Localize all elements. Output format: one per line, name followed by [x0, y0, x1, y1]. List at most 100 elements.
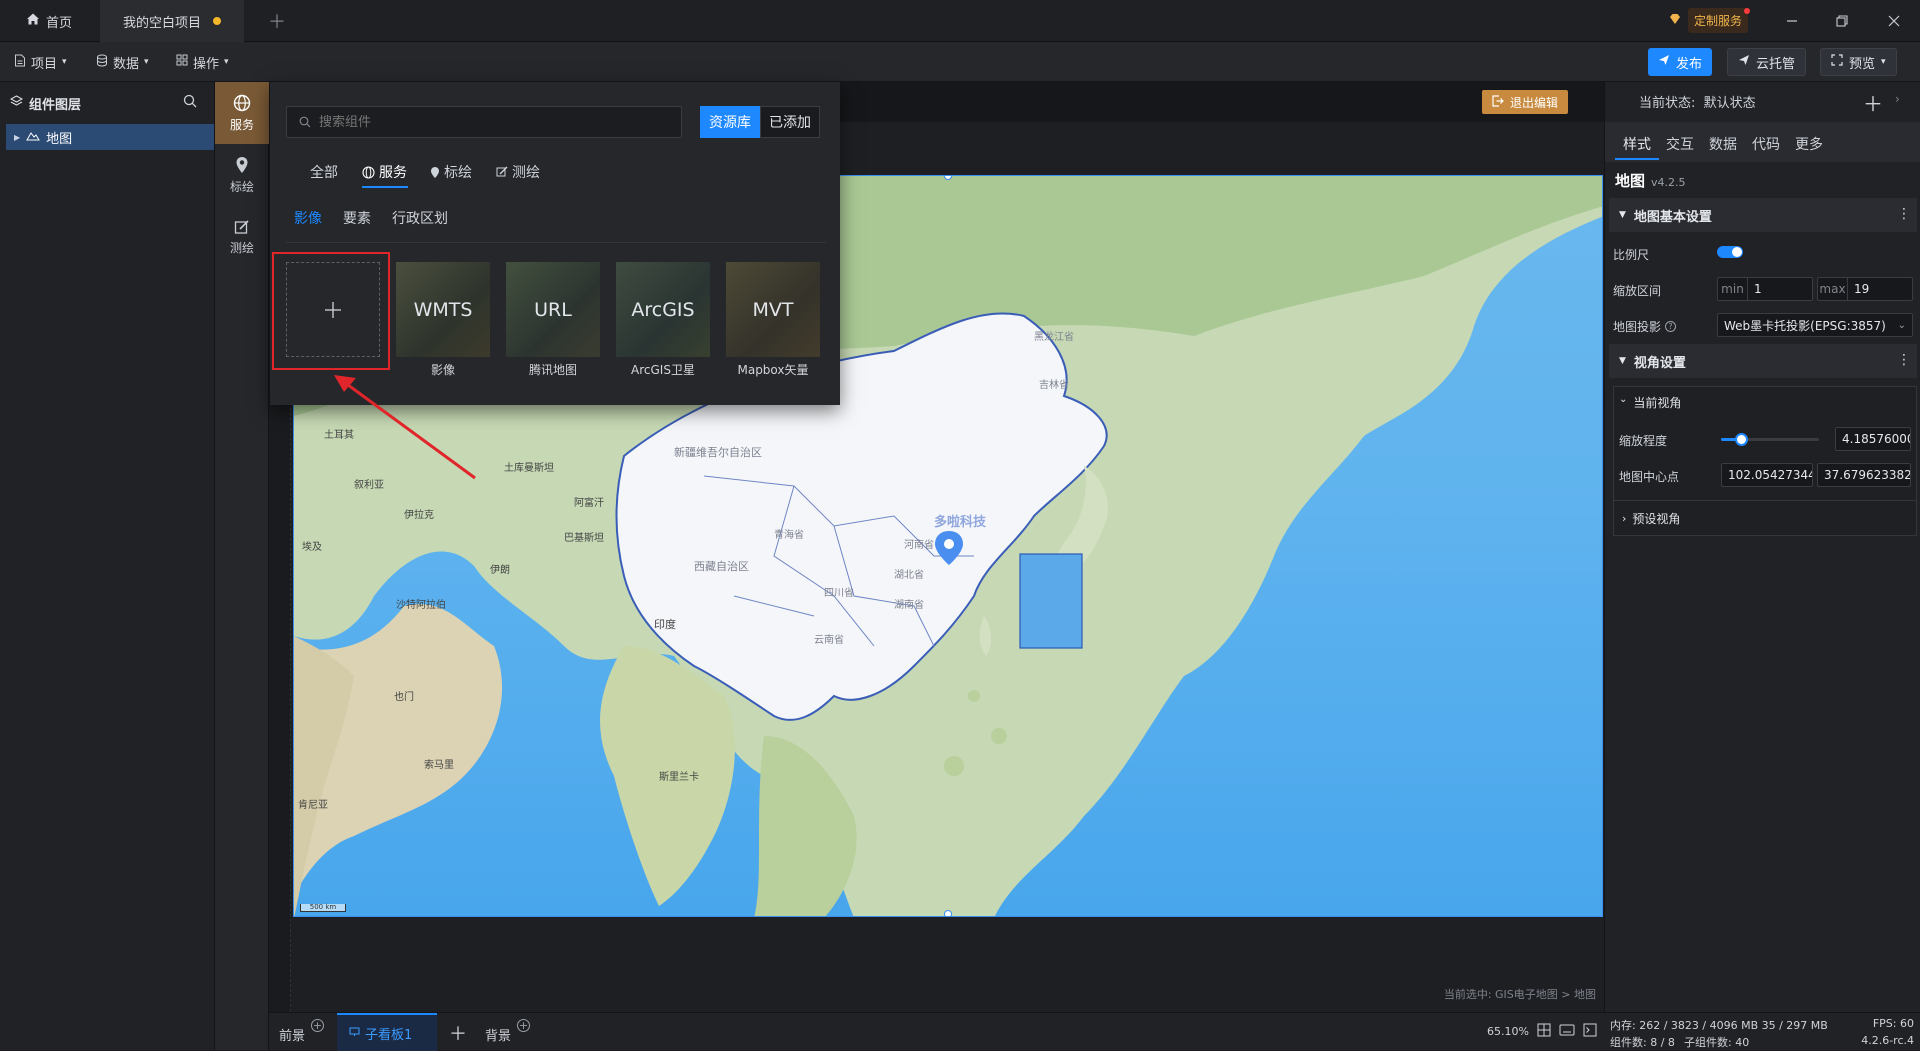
service-card-arcgis[interactable]: ArcGIS [616, 262, 710, 357]
section-map-basic[interactable]: ▼ 地图基本设置 [1609, 198, 1917, 232]
add-board-button[interactable]: ＋ [449, 1020, 467, 1046]
search-icon [183, 94, 197, 108]
terminal-button[interactable] [1583, 1023, 1597, 1041]
section-view-settings[interactable]: ▼ 视角设置 [1609, 344, 1917, 378]
new-tab-button[interactable]: ＋ [254, 0, 300, 42]
resize-handle-bottom[interactable] [944, 910, 952, 916]
version-status: 4.2.6-rc.4 [1861, 1034, 1914, 1047]
rail-item-survey[interactable]: 测绘 [215, 206, 269, 268]
rail-item-service[interactable]: 服务 [215, 82, 269, 144]
more-vertical-icon[interactable]: ⋮ [1897, 352, 1911, 368]
zoom-max-field[interactable]: max 19 [1817, 277, 1913, 301]
tab-active-underline [1615, 158, 1659, 160]
service-card-wmts[interactable]: WMTS [396, 262, 490, 357]
layer-search-button[interactable] [183, 94, 197, 112]
custom-service-button[interactable]: 定制服务 [1668, 8, 1751, 33]
layer-item-map[interactable]: ▶ 地图 [6, 124, 214, 150]
tab-project[interactable]: 我的空白项目 [100, 0, 244, 42]
tab-home-label: 首页 [46, 15, 73, 31]
tab-subboard[interactable]: 子看板1 [337, 1013, 437, 1051]
segment-added[interactable]: 已添加 [760, 106, 820, 138]
center-lng-input[interactable]: 102.0542734431 [1721, 463, 1813, 487]
tab-data[interactable]: 数据 [1709, 134, 1737, 154]
map-label: 沙特阿拉伯 [396, 600, 446, 611]
zoom-level-input[interactable]: 4.185760002 [1835, 427, 1911, 451]
add-foreground-icon[interactable]: + [311, 1019, 324, 1032]
close-window-button[interactable] [1870, 0, 1918, 42]
category-survey[interactable]: 测绘 [496, 162, 540, 182]
component-library-popup: 资源库 已添加 全部 服务 标绘 测绘 影像 要素 行政区划 WMTS 影像 U… [270, 82, 840, 405]
category-service[interactable]: 服务 [362, 162, 407, 182]
zoom-slider-track[interactable] [1721, 433, 1819, 446]
subtab-admin-division[interactable]: 行政区划 [392, 208, 448, 228]
island [944, 756, 964, 776]
scale-toggle[interactable] [1717, 246, 1743, 258]
chevron-down-icon: ▾ [144, 57, 149, 67]
rail-item-plot[interactable]: 标绘 [215, 144, 269, 206]
component-title: 地图 v4.2.5 [1615, 170, 1686, 191]
zoom-level[interactable]: 65.10% [1487, 1025, 1529, 1038]
library-segment: 资源库 已添加 [700, 106, 820, 138]
exit-edit-button[interactable]: 退出编辑 [1482, 90, 1569, 114]
component-search-box[interactable] [286, 106, 682, 138]
more-vertical-icon[interactable]: ⋮ [1897, 206, 1911, 222]
zoom-range-label: 缩放区间 [1613, 284, 1662, 298]
subtab-features[interactable]: 要素 [343, 208, 371, 228]
fit-screen-button[interactable] [1537, 1023, 1551, 1041]
projection-select[interactable]: Web墨卡托投影(EPSG:3857) ⌄ [1717, 313, 1913, 337]
menu-project[interactable]: 项目 ▾ [14, 42, 67, 82]
rail-label: 测绘 [229, 240, 254, 255]
add-custom-imagery-card[interactable] [286, 262, 380, 357]
main-toolbar: 项目 ▾ 数据 ▾ 操作 ▾ 发布 云托管 预览 ▾ [0, 42, 1920, 82]
map-label: 湖北省 [894, 570, 924, 581]
category-survey-label: 测绘 [512, 165, 540, 181]
keyboard-button[interactable] [1559, 1024, 1575, 1040]
layer-panel-header: 组件图层 [9, 94, 82, 113]
tab-background[interactable]: 背景 [485, 1025, 511, 1044]
layer-item-label: 地图 [46, 131, 73, 147]
menu-operations-label: 操作 [193, 56, 220, 72]
service-card-url[interactable]: URL [506, 262, 600, 357]
chevron-right-icon[interactable]: › [1895, 92, 1900, 106]
menu-operations[interactable]: 操作 ▾ [176, 42, 229, 82]
projection-label: 地图投影 ? [1613, 318, 1677, 335]
divider [286, 242, 826, 243]
tab-style[interactable]: 样式 [1623, 134, 1651, 154]
caret-right-icon: ▶ [14, 132, 21, 142]
preset-view-header[interactable]: › 预设视角 [1613, 500, 1917, 536]
layer-panel-title: 组件图层 [29, 98, 82, 113]
tab-home[interactable]: 首页 [12, 0, 86, 42]
component-search-input[interactable] [319, 114, 659, 130]
chevron-down-icon: ▾ [1881, 57, 1886, 67]
subtab-imagery[interactable]: 影像 [294, 208, 322, 228]
minimize-button[interactable] [1768, 0, 1816, 42]
map-watermark: 多啦科技 [934, 515, 987, 530]
restore-button[interactable] [1818, 0, 1866, 42]
title-bar: 首页 我的空白项目 ＋ 定制服务 [0, 0, 1920, 42]
send-icon [1658, 54, 1670, 70]
map-label: 也门 [394, 692, 414, 703]
category-plot[interactable]: 标绘 [430, 162, 472, 182]
current-view-header[interactable]: ⌄ 当前视角 [1619, 394, 1681, 411]
zoom-slider-thumb[interactable] [1734, 433, 1748, 446]
service-card-mvt[interactable]: MVT [726, 262, 820, 357]
chevron-right-icon: › [1622, 511, 1627, 525]
tab-interaction[interactable]: 交互 [1666, 134, 1694, 154]
search-icon [299, 116, 311, 128]
tab-more[interactable]: 更多 [1795, 134, 1823, 154]
tab-subboard-label: 子看板1 [365, 1027, 413, 1043]
menu-data[interactable]: 数据 ▾ [96, 42, 149, 82]
service-card-label: 腾讯地图 [528, 363, 577, 377]
cloud-hosting-button[interactable]: 云托管 [1727, 48, 1807, 76]
publish-button[interactable]: 发布 [1648, 48, 1713, 76]
category-all[interactable]: 全部 [310, 162, 338, 182]
add-state-button[interactable]: ＋ [1863, 88, 1883, 117]
tab-code[interactable]: 代码 [1752, 134, 1780, 154]
zoom-min-field[interactable]: min 1 [1717, 277, 1813, 301]
add-background-icon[interactable]: + [517, 1019, 530, 1032]
preview-button[interactable]: 预览 ▾ [1820, 48, 1897, 76]
center-lat-input[interactable]: 37.6796233828 [1817, 463, 1911, 487]
segment-library[interactable]: 资源库 [700, 106, 760, 138]
scale-label: 比例尺 [1613, 248, 1650, 262]
tab-foreground[interactable]: 前景 [279, 1025, 305, 1044]
